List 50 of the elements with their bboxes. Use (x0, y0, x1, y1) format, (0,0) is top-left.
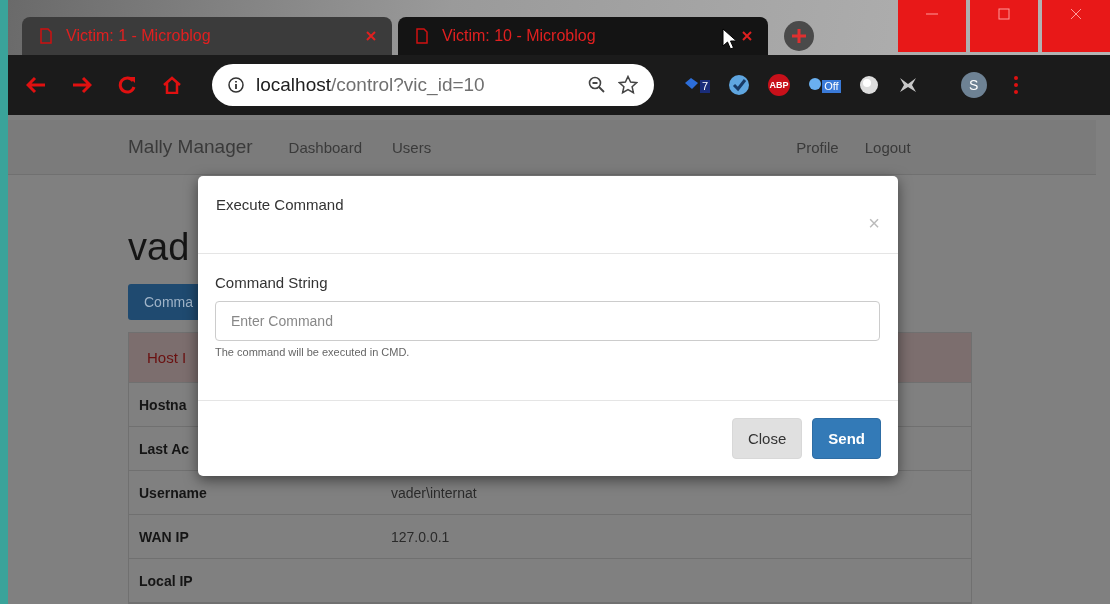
table-cell-text: Local IP (139, 572, 194, 589)
extension-badge: Off (822, 80, 841, 94)
extension-button[interactable]: Off (808, 77, 841, 94)
tag-icon (684, 77, 700, 92)
forward-arrow-icon[interactable] (72, 76, 92, 95)
mouse-pointer-icon (722, 28, 736, 50)
tab-title: Victim: 1 - Microblog (66, 27, 212, 46)
tab-title: Victim: 10 - Microblog (442, 27, 597, 46)
nav-link[interactable]: Profile (796, 138, 865, 156)
browser-tab[interactable]: Victim: 10 - Microblog (398, 17, 768, 56)
home-icon[interactable] (162, 76, 182, 95)
page-icon (40, 28, 52, 45)
extension-button[interactable]: ABP (768, 74, 791, 97)
extension-button[interactable]: 7 (684, 77, 711, 94)
browser-tab[interactable]: Victim: 1 - Microblog (22, 17, 392, 56)
table-cell-text: Last Ac (139, 440, 191, 457)
star-icon[interactable] (618, 75, 638, 96)
sphere-icon[interactable] (858, 75, 879, 96)
table-cell: vader\internat (391, 484, 477, 501)
zoom-out-icon[interactable] (588, 76, 606, 95)
help-text: The command will be executed in CMD. (215, 346, 410, 358)
command-button[interactable]: Comma (128, 284, 198, 320)
close-button[interactable]: Close (731, 418, 803, 459)
back-arrow-icon[interactable] (26, 76, 46, 95)
check-circle-icon[interactable] (728, 74, 751, 97)
brand-link[interactable]: Mally Manager (128, 136, 253, 158)
nav-link[interactable]: Logout (864, 138, 937, 156)
table-cell: 127.0.0.1 (391, 528, 450, 545)
table-cell-text: WAN IP (139, 528, 190, 545)
table-cell-text: Hostna (139, 396, 188, 413)
info-icon[interactable] (228, 77, 244, 94)
close-icon[interactable] (742, 31, 752, 42)
field-label: Command String (215, 274, 328, 291)
nav-link[interactable]: Users (392, 138, 432, 156)
reload-icon[interactable] (118, 76, 136, 95)
table-cell-text: Username (139, 484, 208, 501)
modal-title: Execute Command (216, 196, 345, 213)
command-field[interactable]: Enter Command (215, 301, 880, 341)
new-tab-icon[interactable] (784, 21, 814, 52)
page-heading: vad (128, 225, 191, 269)
address-bar[interactable]: localhost/control?vic_id=10 (212, 64, 654, 107)
url-text: localhost/control?vic_id=10 (256, 74, 486, 97)
nav-link[interactable]: Dashboard (288, 138, 362, 156)
send-button[interactable]: Send (812, 418, 881, 459)
page-icon (416, 28, 428, 45)
menu-icon[interactable] (1012, 75, 1019, 96)
circle-icon (808, 77, 823, 92)
extension-badge: 7 (700, 80, 711, 94)
profile-avatar[interactable]: S (960, 72, 987, 99)
close-icon[interactable] (366, 31, 376, 42)
